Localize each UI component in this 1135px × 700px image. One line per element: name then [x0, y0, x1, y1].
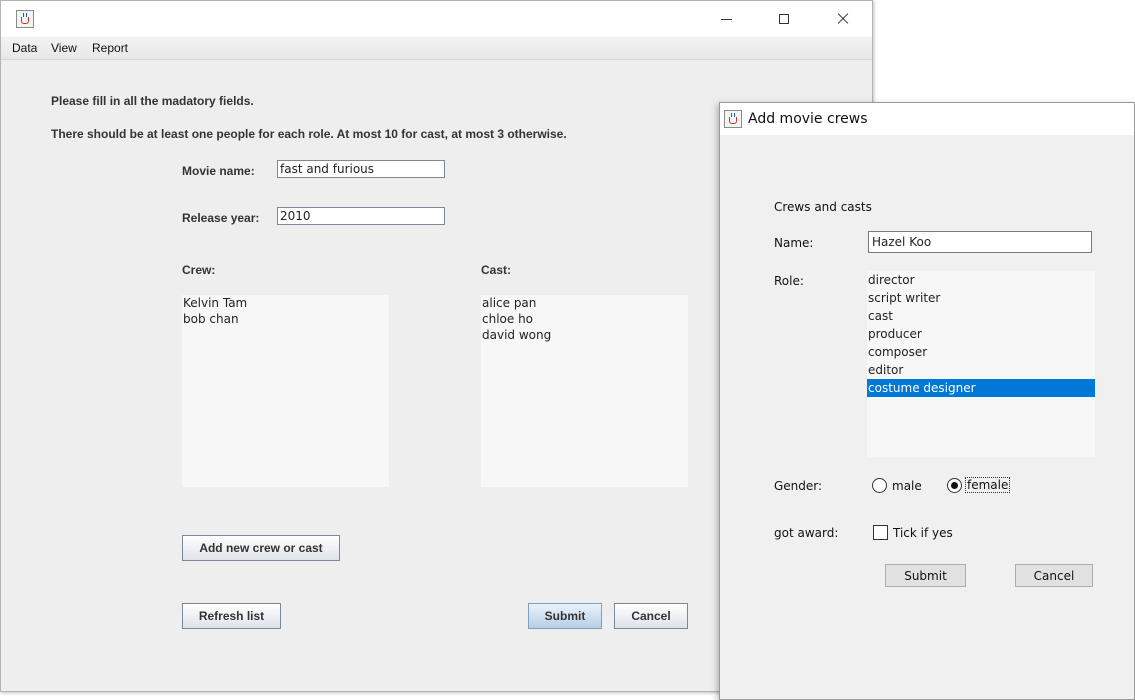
section-label: Crews and casts [774, 200, 872, 214]
menu-data[interactable]: Data [12, 41, 37, 55]
role-list[interactable]: director script writer cast producer com… [867, 271, 1095, 457]
movie-name-label: Movie name: [182, 164, 255, 178]
dialog-submit-button[interactable]: Submit [885, 564, 966, 587]
award-checkbox[interactable] [873, 525, 888, 540]
list-item[interactable]: david wong [481, 327, 688, 343]
minimize-icon [720, 18, 732, 20]
instruction-mandatory: Please fill in all the madatory fields. [51, 94, 254, 108]
java-app-icon [724, 110, 742, 128]
gender-female-label[interactable]: female [964, 477, 1011, 493]
radio-selected-dot [951, 482, 958, 489]
list-item[interactable]: chloe ho [481, 311, 688, 327]
minimize-button[interactable] [703, 1, 749, 37]
list-item[interactable]: editor [867, 361, 1095, 379]
list-item[interactable]: bob chan [182, 311, 389, 327]
maximize-icon [779, 14, 789, 24]
add-crew-dialog: Add movie crews Crews and casts Name: Ha… [719, 102, 1135, 700]
movie-name-field[interactable]: fast and furious [277, 160, 445, 178]
list-item[interactable]: script writer [867, 289, 1095, 307]
list-item[interactable]: director [867, 271, 1095, 289]
add-crew-button[interactable]: Add new crew or cast [182, 535, 340, 561]
list-item[interactable]: alice pan [481, 295, 688, 311]
maximize-button[interactable] [761, 1, 807, 37]
list-item[interactable]: Kelvin Tam [182, 295, 389, 311]
java-app-icon [16, 10, 34, 28]
submit-button[interactable]: Submit [528, 603, 602, 629]
list-item[interactable]: composer [867, 343, 1095, 361]
menubar: Data View Report [1, 37, 872, 60]
list-item[interactable]: producer [867, 325, 1095, 343]
award-label: got award: [774, 526, 839, 540]
instruction-roles: There should be at least one people for … [51, 127, 567, 141]
release-year-label: Release year: [182, 211, 260, 225]
release-year-field[interactable]: 2010 [277, 207, 445, 225]
gender-female-radio[interactable] [947, 478, 962, 493]
gender-label: Gender: [774, 479, 823, 493]
crew-list[interactable]: Kelvin Tam bob chan [182, 295, 389, 487]
cancel-button[interactable]: Cancel [614, 603, 688, 629]
role-label: Role: [774, 274, 804, 288]
cast-label: Cast: [481, 263, 512, 277]
dialog-cancel-button[interactable]: Cancel [1015, 564, 1093, 587]
gender-male-radio[interactable] [872, 478, 887, 493]
menu-report[interactable]: Report [92, 41, 128, 55]
dialog-title: Add movie crews [748, 111, 868, 127]
refresh-list-button[interactable]: Refresh list [182, 603, 281, 629]
main-titlebar[interactable] [1, 1, 872, 37]
gender-male-label[interactable]: male [892, 479, 922, 493]
name-field[interactable]: Hazel Koo [868, 231, 1092, 253]
menu-view[interactable]: View [51, 41, 77, 55]
list-item[interactable]: cast [867, 307, 1095, 325]
close-icon [837, 13, 849, 25]
list-item-selected[interactable]: costume designer [867, 379, 1095, 397]
name-label: Name: [774, 236, 814, 250]
close-button[interactable] [820, 1, 866, 37]
cast-list[interactable]: alice pan chloe ho david wong [481, 295, 688, 487]
award-checkbox-label[interactable]: Tick if yes [893, 526, 953, 540]
dialog-titlebar[interactable]: Add movie crews [720, 103, 1134, 135]
crew-label: Crew: [182, 263, 216, 277]
